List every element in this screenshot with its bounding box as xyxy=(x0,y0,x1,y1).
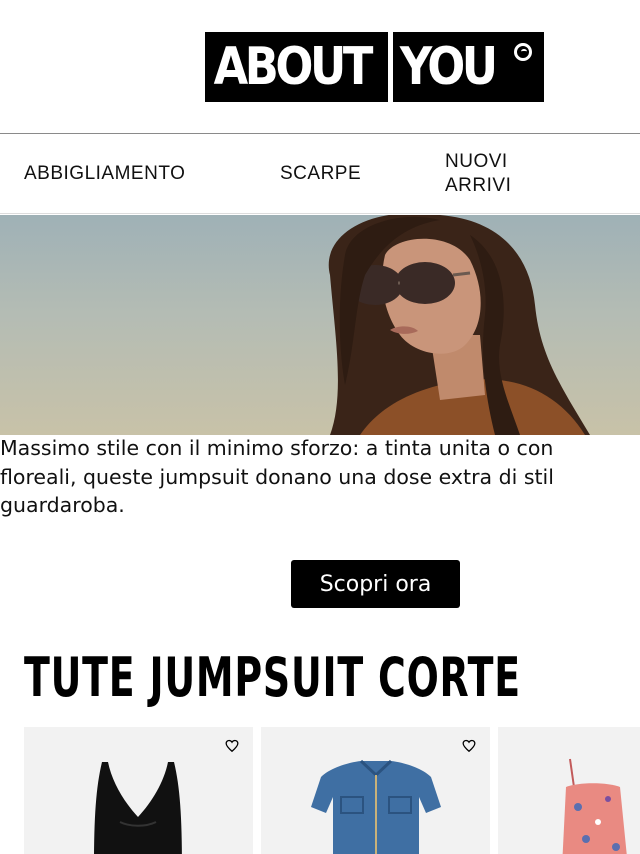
logo-left-block: ABOUT xyxy=(205,32,388,102)
product-card[interactable] xyxy=(498,727,640,854)
logo-right-block: YOU xyxy=(393,32,544,102)
logo-ring-icon xyxy=(514,43,532,61)
logo-left-text: ABOUT xyxy=(205,32,388,102)
nav-item-nuovi-arrivi[interactable]: NUOVI ARRIVI xyxy=(445,150,555,198)
heart-icon[interactable] xyxy=(462,739,476,753)
hero-photo xyxy=(328,215,590,435)
about-you-logo[interactable]: ABOUT YOU xyxy=(205,32,544,102)
description-container: Massimo stile con il minimo sforzo: a ti… xyxy=(0,434,640,524)
black-jumpsuit-image xyxy=(94,762,182,854)
main-nav: ABBIGLIAMENTO SCARPE NUOVI ARRIVI xyxy=(0,135,640,214)
section-title: TUTE JUMPSUIT CORTE xyxy=(24,646,521,709)
description-text: Massimo stile con il minimo sforzo: a ti… xyxy=(0,436,554,517)
header: ABOUT YOU xyxy=(0,0,640,134)
nav-item-abbigliamento[interactable]: ABBIGLIAMENTO xyxy=(24,162,185,186)
nav-item-scarpe[interactable]: SCARPE xyxy=(280,162,361,186)
denim-jumpsuit-image xyxy=(311,759,441,854)
product-card[interactable] xyxy=(261,727,490,854)
discover-now-button[interactable]: Scopri ora xyxy=(291,560,460,608)
heart-icon[interactable] xyxy=(225,739,239,753)
floral-jumpsuit-image xyxy=(562,758,627,854)
hero-banner[interactable] xyxy=(0,215,640,435)
product-card[interactable] xyxy=(24,727,253,854)
